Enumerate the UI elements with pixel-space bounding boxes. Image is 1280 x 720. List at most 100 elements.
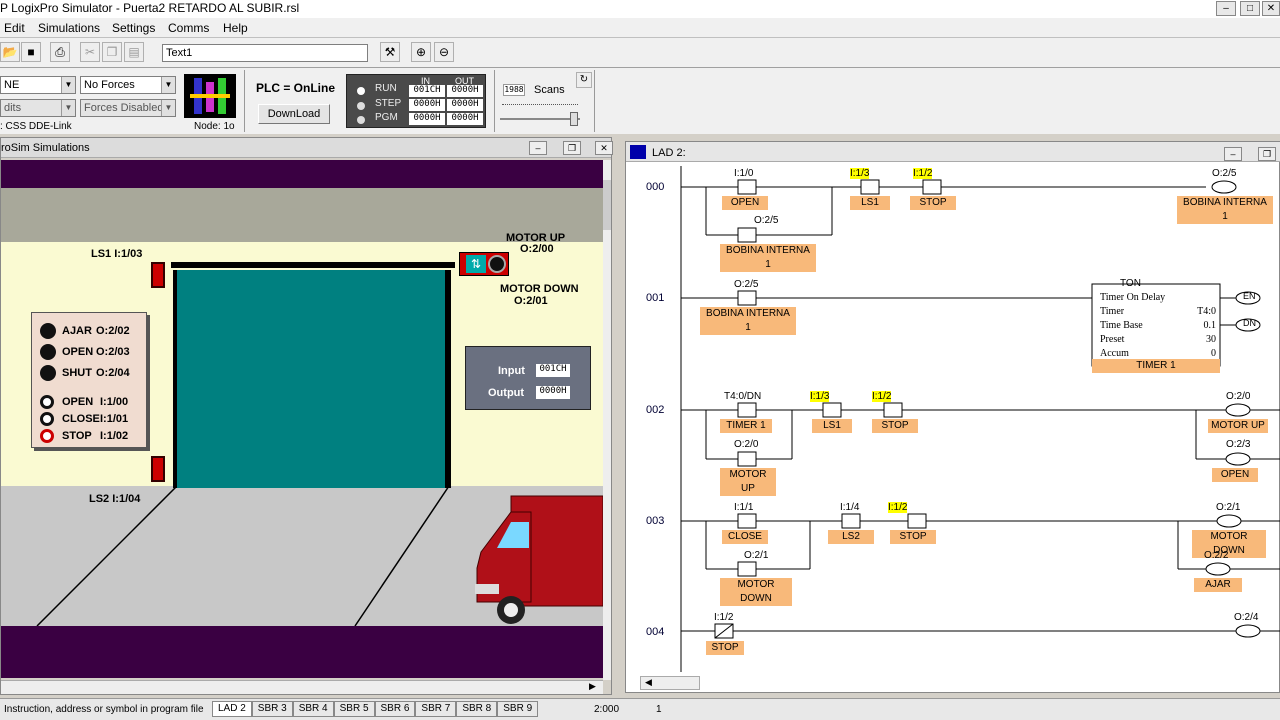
contact-symbol[interactable]: BOBINA INTERNA 1: [700, 307, 796, 335]
tab-sbr-4[interactable]: SBR 4: [292, 701, 334, 717]
out-value-1: 0000H: [447, 85, 483, 97]
timer-symbol[interactable]: TIMER 1: [1092, 359, 1220, 373]
close-icon[interactable]: ✕: [595, 141, 613, 155]
scan-slider[interactable]: [500, 118, 580, 120]
forces-select[interactable]: No Forces ▼: [80, 76, 176, 94]
coil-address: O:2/1: [1216, 502, 1241, 513]
scroll-right-icon[interactable]: ▶: [589, 681, 596, 692]
run-radio[interactable]: [357, 87, 365, 95]
truck-icon: [475, 495, 603, 624]
paste-icon[interactable]: ▤: [124, 42, 144, 62]
contact-address: I:1/2: [913, 168, 933, 179]
close-switch-addr: I:1/01: [100, 413, 129, 425]
pgm-label: PGM: [375, 112, 398, 123]
text-field[interactable]: Text1: [162, 44, 368, 62]
menu-settings[interactable]: Settings: [112, 21, 155, 35]
contact-symbol[interactable]: STOP: [706, 641, 744, 655]
forces-enabled-select[interactable]: Forces Disabled ▼: [80, 99, 176, 117]
minimize-icon[interactable]: –: [529, 141, 547, 155]
node-graphic: [184, 74, 236, 118]
sim-horizontal-scrollbar[interactable]: ▶: [1, 680, 603, 694]
refresh-icon[interactable]: ↻: [576, 72, 592, 88]
ls1-label: LS1 I:1/03: [91, 248, 143, 260]
in-value-2: 0000H: [409, 99, 445, 111]
print-icon[interactable]: ⎙: [50, 42, 70, 62]
out-value-2: 0000H: [447, 99, 483, 111]
shut-label: SHUT: [62, 367, 92, 379]
coil-address: O:2/0: [1226, 391, 1251, 402]
scan-slider-thumb[interactable]: [570, 112, 578, 126]
timebase-row: Time Base 0.1: [1100, 319, 1216, 333]
tab-sbr-6[interactable]: SBR 6: [374, 701, 416, 717]
open-switch[interactable]: [40, 395, 54, 409]
contact-symbol[interactable]: STOP: [890, 530, 936, 544]
title-bar: P LogixPro Simulator - Puerta2 RETARDO A…: [0, 0, 1280, 18]
timer-block[interactable]: Timer On Delay Timer T4:0 Time Base 0.1 Pr…: [1100, 291, 1216, 361]
contact-symbol[interactable]: LS1: [850, 196, 890, 210]
close-switch[interactable]: [40, 412, 54, 426]
contact-symbol[interactable]: CLOSE: [722, 530, 768, 544]
contact-symbol[interactable]: TIMER 1: [720, 419, 772, 433]
coil-symbol[interactable]: BOBINA INTERNA 1: [1177, 196, 1273, 224]
contact-symbol[interactable]: STOP: [872, 419, 918, 433]
divider: [244, 70, 245, 132]
contact-address: O:2/5: [734, 279, 759, 290]
rung-number: 001: [646, 292, 665, 304]
scroll-left-icon[interactable]: ◀: [645, 677, 652, 688]
menu-edit[interactable]: Edit: [4, 21, 25, 35]
contact-symbol[interactable]: OPEN: [722, 196, 768, 210]
tab-lad-2[interactable]: LAD 2: [212, 701, 252, 717]
contact-symbol[interactable]: MOTOR UP: [720, 468, 776, 496]
open-icon[interactable]: 📂: [0, 42, 20, 62]
tab-sbr-9[interactable]: SBR 9: [497, 701, 539, 717]
timebase-value: 0.1: [1203, 320, 1217, 331]
menu-help[interactable]: Help: [223, 21, 248, 35]
close-switch-label: CLOSE: [62, 413, 100, 425]
mode-select[interactable]: NE ▼: [0, 76, 76, 94]
zoom-in-icon[interactable]: ⊕: [411, 42, 431, 62]
minimize-button[interactable]: –: [1216, 1, 1236, 16]
download-button[interactable]: DownLoad: [258, 104, 330, 124]
rung-number: 000: [646, 181, 665, 193]
coil-symbol[interactable]: MOTOR UP: [1208, 419, 1268, 433]
menu-simulations[interactable]: Simulations: [38, 21, 100, 35]
sim-scroll-thumb[interactable]: [603, 180, 611, 230]
cut-icon[interactable]: ✂: [80, 42, 100, 62]
pgm-radio[interactable]: [357, 116, 365, 124]
step-radio[interactable]: [357, 102, 365, 110]
tools-icon[interactable]: ⚒: [380, 42, 400, 62]
tab-sbr-3[interactable]: SBR 3: [251, 701, 293, 717]
copy-icon[interactable]: ❐: [102, 42, 122, 62]
ls2-label: LS2 I:1/04: [89, 493, 141, 505]
contact-symbol[interactable]: MOTOR DOWN: [720, 578, 792, 606]
status-position: 2:000: [594, 704, 620, 715]
tab-sbr-8[interactable]: SBR 8: [456, 701, 498, 717]
contact-symbol[interactable]: LS2: [828, 530, 874, 544]
zoom-out-icon[interactable]: ⊖: [434, 42, 454, 62]
coil-symbol[interactable]: OPEN: [1212, 468, 1258, 482]
save-icon[interactable]: ■: [21, 42, 41, 62]
contact-symbol[interactable]: LS1: [812, 419, 852, 433]
coil-address: O:2/2: [1204, 550, 1229, 561]
stop-switch[interactable]: [40, 429, 54, 443]
tab-sbr-5[interactable]: SBR 5: [333, 701, 375, 717]
sim-vertical-scrollbar[interactable]: [603, 160, 611, 680]
edits-select[interactable]: dits ▼: [0, 99, 76, 117]
restore-icon[interactable]: ❐: [1258, 147, 1276, 161]
contact-address: O:2/0: [734, 439, 759, 450]
coil-symbol[interactable]: AJAR: [1194, 578, 1242, 592]
menu-comms[interactable]: Comms: [168, 21, 209, 35]
divider: [494, 70, 495, 132]
maximize-button[interactable]: □: [1240, 1, 1260, 16]
lad-horizontal-scrollbar[interactable]: ◀: [640, 676, 700, 690]
close-button[interactable]: ✕: [1262, 1, 1280, 16]
scan-slider-ticks: [502, 104, 578, 106]
restore-icon[interactable]: ❐: [563, 141, 581, 155]
contact-address: I:1/2: [714, 612, 734, 623]
tab-sbr-7[interactable]: SBR 7: [415, 701, 457, 717]
simulation-window: roSim Simulations – ❐ ✕ LS1 I:1/03 LS2 I…: [0, 137, 613, 695]
contact-symbol[interactable]: STOP: [910, 196, 956, 210]
minimize-icon[interactable]: –: [1224, 147, 1242, 161]
timer-value: T4:0: [1197, 306, 1216, 317]
contact-symbol[interactable]: BOBINA INTERNA 1: [720, 244, 816, 272]
